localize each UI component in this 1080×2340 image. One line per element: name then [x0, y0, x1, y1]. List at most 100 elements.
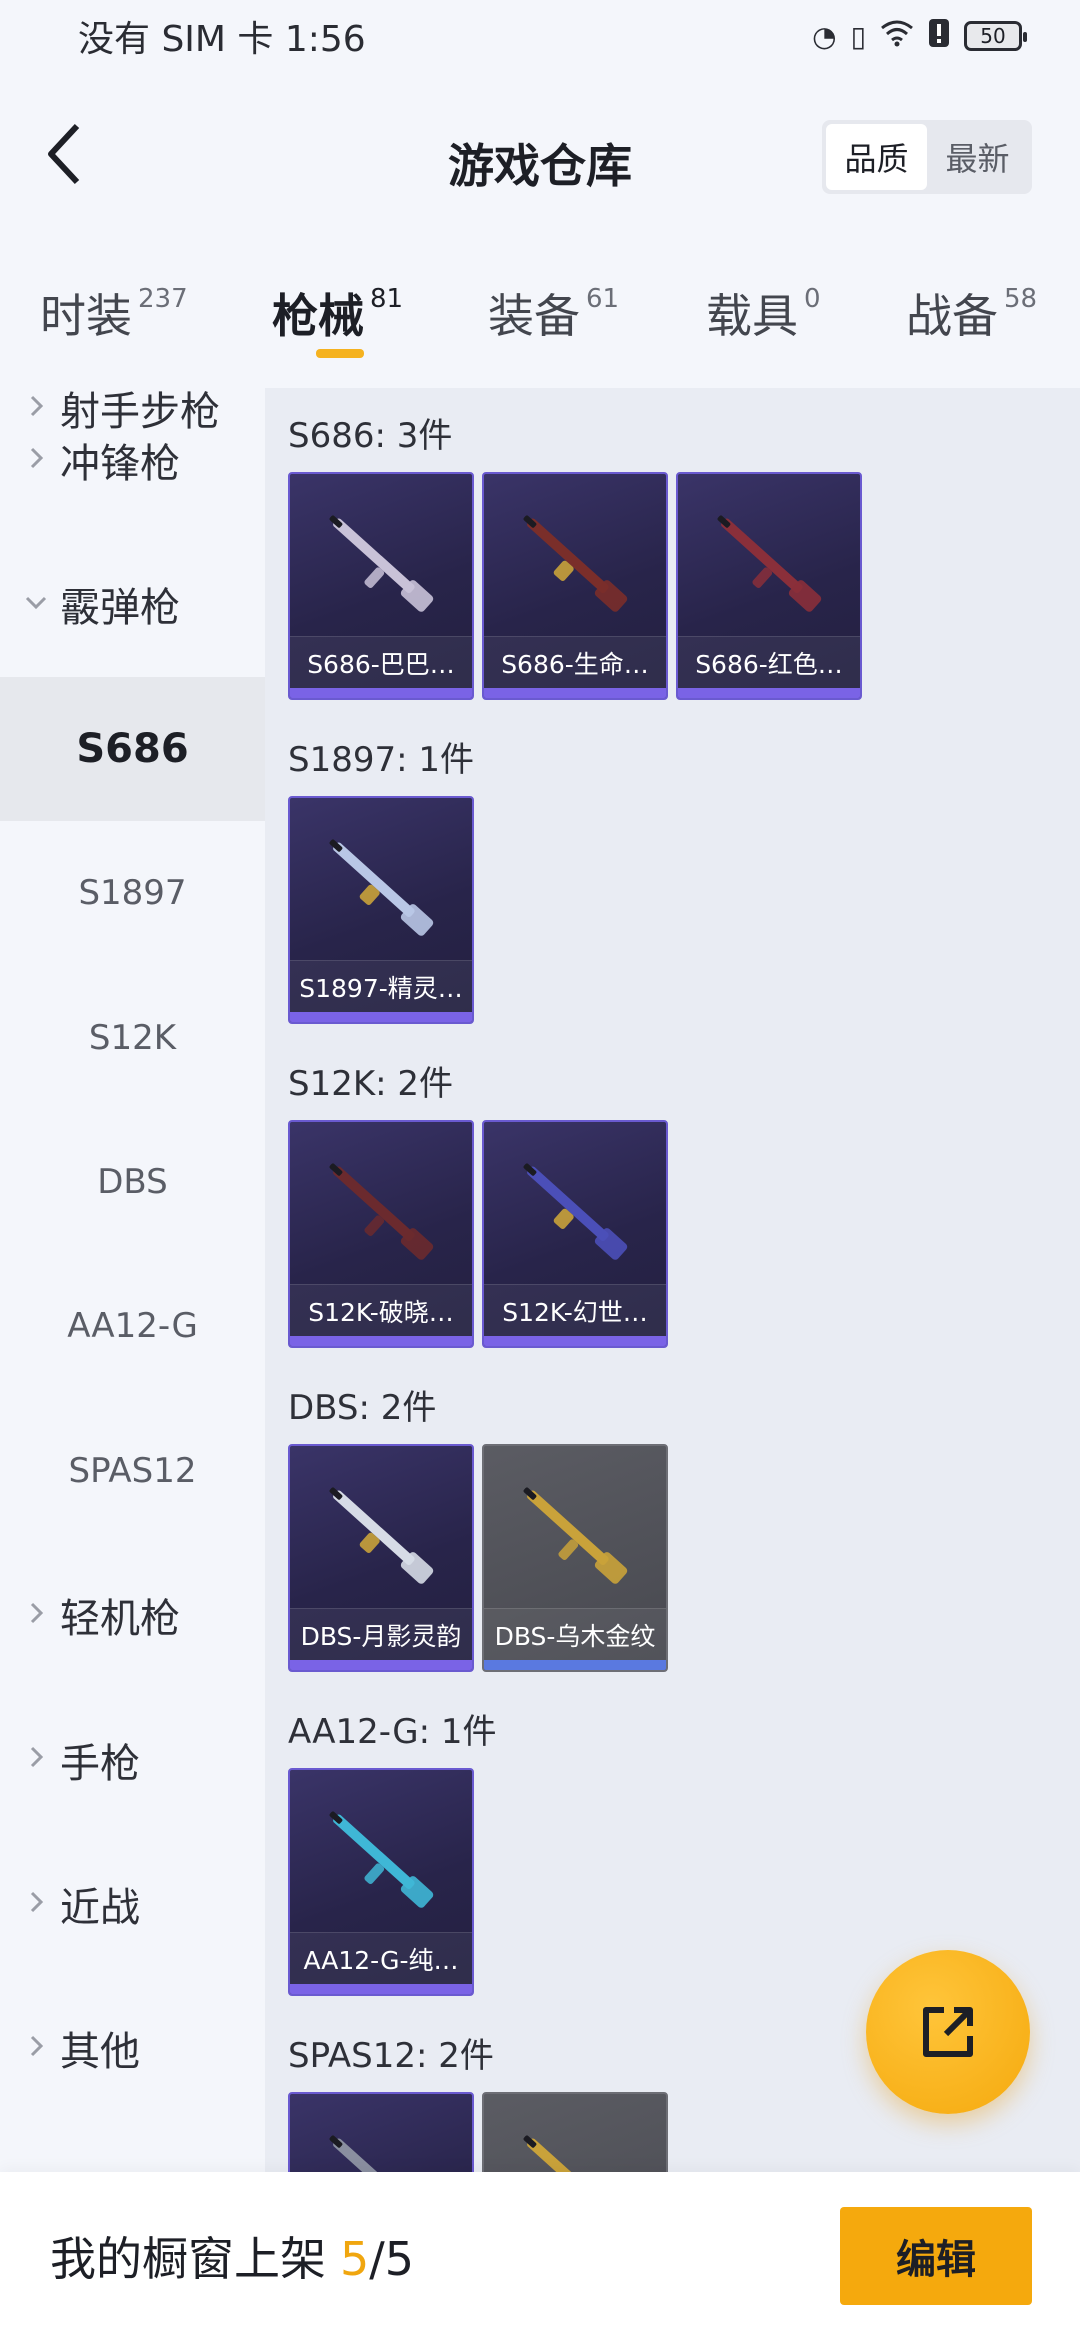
sort-toggle: 品质 最新 — [822, 120, 1032, 194]
section-title: S12K: 2件 — [288, 1064, 454, 1104]
weapon-image — [523, 1163, 628, 1260]
sidebar-subitem-s12k[interactable]: S12K — [0, 966, 265, 1110]
sidebar-subitem-spas12[interactable]: SPAS12 — [0, 1399, 265, 1543]
rarity-bar — [290, 1012, 472, 1022]
tab-equipment[interactable]: 装备 61 — [488, 280, 619, 346]
weapon-image — [329, 2135, 415, 2172]
share-button[interactable] — [866, 1950, 1030, 2114]
weapon-card[interactable]: S12K-幻世… — [482, 1120, 668, 1348]
tab-label: 战备 — [906, 289, 998, 343]
weapon-card[interactable]: DBS-月影灵韵 — [288, 1444, 474, 1672]
weapon-card-label: DBS-乌木金纹 — [484, 1608, 666, 1660]
tab-label: 装备 — [488, 289, 580, 343]
weapon-list: S686: 3件 S686-巴巴… S686-生命… S686-红色… S1897: 1… — [265, 388, 1080, 2172]
showcase-status: 我的橱窗上架 5 /5 — [50, 2223, 414, 2289]
sidebar-item-label: 轻机枪 — [60, 1596, 180, 1643]
alert-icon — [928, 18, 950, 55]
weapon-card[interactable]: S686-生命… — [482, 472, 668, 700]
weapon-image — [329, 1487, 434, 1584]
sidebar-item-label: S686 — [76, 725, 189, 772]
weapon-card-label: S12K-破晓… — [290, 1284, 472, 1336]
section-title: AA12-G: 1件 — [288, 1712, 497, 1752]
weapon-card-label: S686-红色… — [678, 636, 860, 688]
sidebar-item-label: 其他 — [60, 2029, 140, 2076]
chevron-right-icon — [24, 1742, 60, 1777]
chevron-right-icon — [24, 2031, 60, 2066]
battery-icon: 50 — [964, 21, 1027, 51]
section-title: S1897: 1件 — [288, 740, 475, 780]
weapon-card-label: S686-生命… — [484, 636, 666, 688]
weapon-card-label: S1897-精灵… — [290, 960, 472, 1012]
sidebar-item-other[interactable]: 其他 — [0, 1976, 265, 2120]
sidebar-subitem-s1897[interactable]: S1897 — [0, 821, 265, 965]
tab-active-indicator — [316, 349, 364, 358]
tab-label: 枪械 — [272, 289, 364, 343]
tab-vehicles[interactable]: 载具 0 — [706, 280, 821, 346]
tab-count: 81 — [370, 284, 404, 314]
rarity-bar — [484, 688, 666, 698]
weapon-card[interactable]: S12K-破晓… — [288, 1120, 474, 1348]
weapon-image — [329, 1163, 434, 1260]
sidebar-item-label: S12K — [88, 1017, 177, 1058]
sidebar-item-label: DBS — [97, 1162, 168, 1202]
section-title: SPAS12: 2件 — [288, 2036, 494, 2076]
sidebar-item-smg[interactable]: 冲锋枪 — [0, 388, 265, 532]
tab-guns[interactable]: 枪械 81 — [272, 280, 403, 346]
chevron-right-icon — [24, 1598, 60, 1633]
weapon-card[interactable]: S1897-精灵… — [288, 796, 474, 1024]
wifi-icon — [880, 19, 914, 54]
weapon-card[interactable] — [288, 2092, 474, 2172]
data-saver-icon: ◔ — [812, 19, 837, 53]
weapon-card[interactable]: DBS-乌木金纹 — [482, 1444, 668, 1672]
rarity-bar — [484, 1660, 666, 1670]
weapon-image — [717, 515, 822, 612]
weapon-image — [329, 1811, 434, 1908]
section-title: DBS: 2件 — [288, 1388, 437, 1428]
tab-count: 237 — [138, 284, 188, 314]
tab-label: 时装 — [40, 289, 132, 343]
rarity-bar — [678, 688, 860, 698]
weapon-image — [523, 2135, 609, 2172]
carrier-time: 没有 SIM 卡 1:56 — [78, 19, 366, 60]
weapon-card[interactable] — [482, 2092, 668, 2172]
rarity-bar — [290, 1660, 472, 1670]
sidebar-item-pistol[interactable]: 手枪 — [0, 1688, 265, 1832]
tab-count: 0 — [804, 284, 821, 314]
sidebar-item-lmg[interactable]: 轻机枪 — [0, 1543, 265, 1687]
weapon-card-label: S686-巴巴… — [290, 636, 472, 688]
showcase-total: /5 — [369, 2232, 415, 2286]
weapon-card[interactable]: S686-巴巴… — [288, 472, 474, 700]
sidebar-subitem-aa12-g[interactable]: AA12-G — [0, 1254, 265, 1398]
weapon-card[interactable]: AA12-G-纯… — [288, 1768, 474, 1996]
header: 游戏仓库 品质 最新 — [0, 72, 1080, 242]
rarity-bar — [290, 1984, 472, 1994]
sidebar-item-label: 霰弹枪 — [60, 585, 180, 632]
weapon-image — [329, 515, 434, 612]
weapon-card[interactable]: S686-红色… — [676, 472, 862, 700]
sidebar-item-melee[interactable]: 近战 — [0, 1832, 265, 1976]
sort-newest-button[interactable]: 最新 — [927, 124, 1028, 190]
status-icons: ◔ ▯ 50 — [812, 18, 1027, 55]
showcase-label: 我的橱窗上架 — [50, 2232, 326, 2286]
sidebar-subitem-dbs[interactable]: DBS — [0, 1110, 265, 1254]
sort-quality-button[interactable]: 品质 — [826, 124, 927, 190]
tab-label: 载具 — [706, 289, 798, 343]
sidebar-subitem-s686[interactable]: S686 — [0, 676, 265, 821]
sidebar-item-label: AA12-G — [67, 1306, 198, 1347]
tab-fashion[interactable]: 时装 237 — [40, 280, 188, 346]
sidebar-item-label: 手枪 — [60, 1740, 140, 1787]
rarity-bar — [290, 1336, 472, 1346]
rarity-bar — [290, 688, 472, 698]
sidebar-item-shotgun[interactable]: 霰弹枪 — [0, 532, 265, 676]
tab-count: 61 — [586, 284, 620, 314]
weapon-image — [523, 1487, 628, 1584]
weapon-card-label: S12K-幻世… — [484, 1284, 666, 1336]
chevron-right-icon — [24, 443, 60, 478]
edit-button[interactable]: 编辑 — [840, 2207, 1032, 2305]
sidebar-item-label: SPAS12 — [68, 1450, 197, 1491]
tab-supplies[interactable]: 战备 58 — [906, 280, 1037, 346]
showcase-count: 5 — [340, 2232, 370, 2286]
weapon-image — [523, 515, 628, 612]
chevron-down-icon — [24, 587, 60, 622]
section-title: S686: 3件 — [288, 416, 453, 456]
